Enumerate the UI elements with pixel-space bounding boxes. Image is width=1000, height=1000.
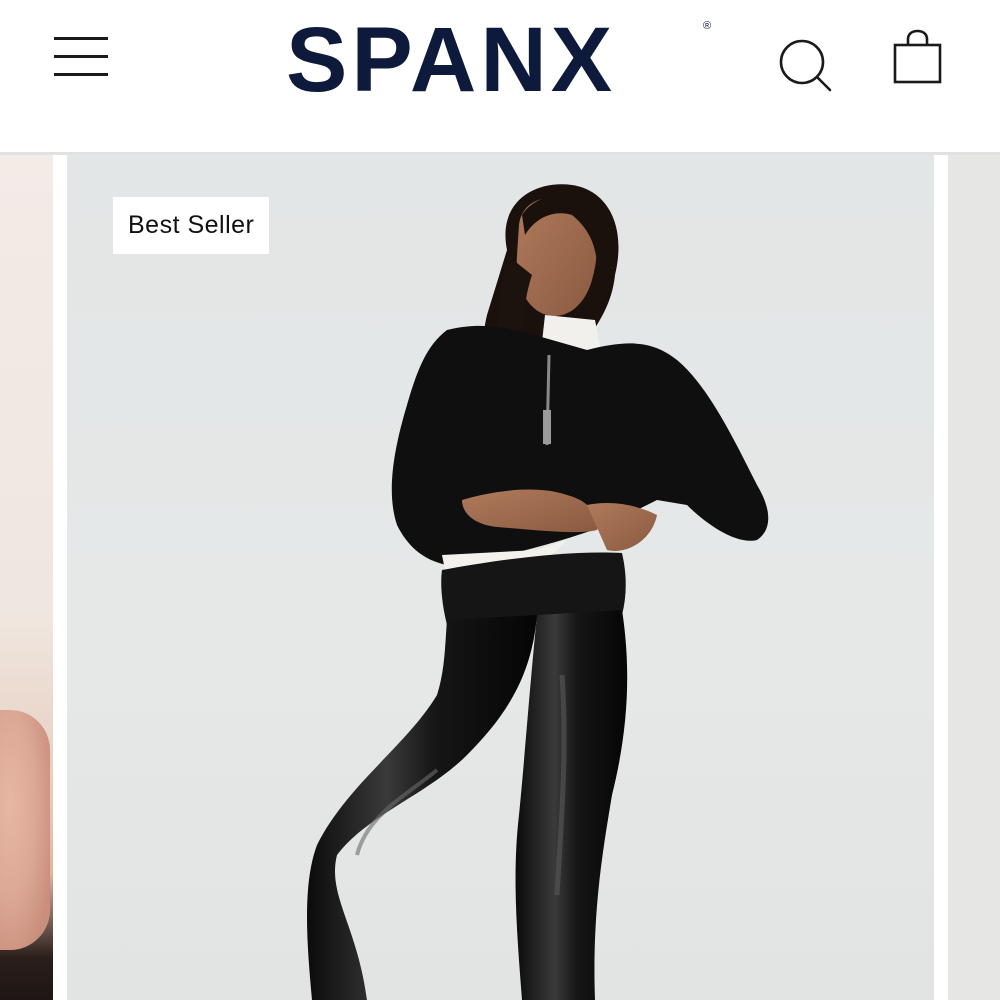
brand-logo-text: SPANX xyxy=(286,9,617,111)
next-slide-peek[interactable] xyxy=(948,155,1000,1000)
previous-slide-peek[interactable] xyxy=(0,155,53,1000)
product-carousel[interactable]: Best Seller xyxy=(0,155,1000,1000)
search-icon[interactable] xyxy=(778,38,832,92)
current-slide[interactable]: Best Seller xyxy=(67,155,934,1000)
best-seller-badge: Best Seller xyxy=(113,197,270,254)
hamburger-menu-icon[interactable] xyxy=(54,37,108,77)
registered-mark: ® xyxy=(703,20,712,32)
site-header: SPANX ® xyxy=(0,0,1000,152)
product-image xyxy=(307,184,769,1000)
shopping-bag-icon[interactable] xyxy=(890,28,944,86)
brand-logo[interactable]: SPANX xyxy=(286,14,716,106)
